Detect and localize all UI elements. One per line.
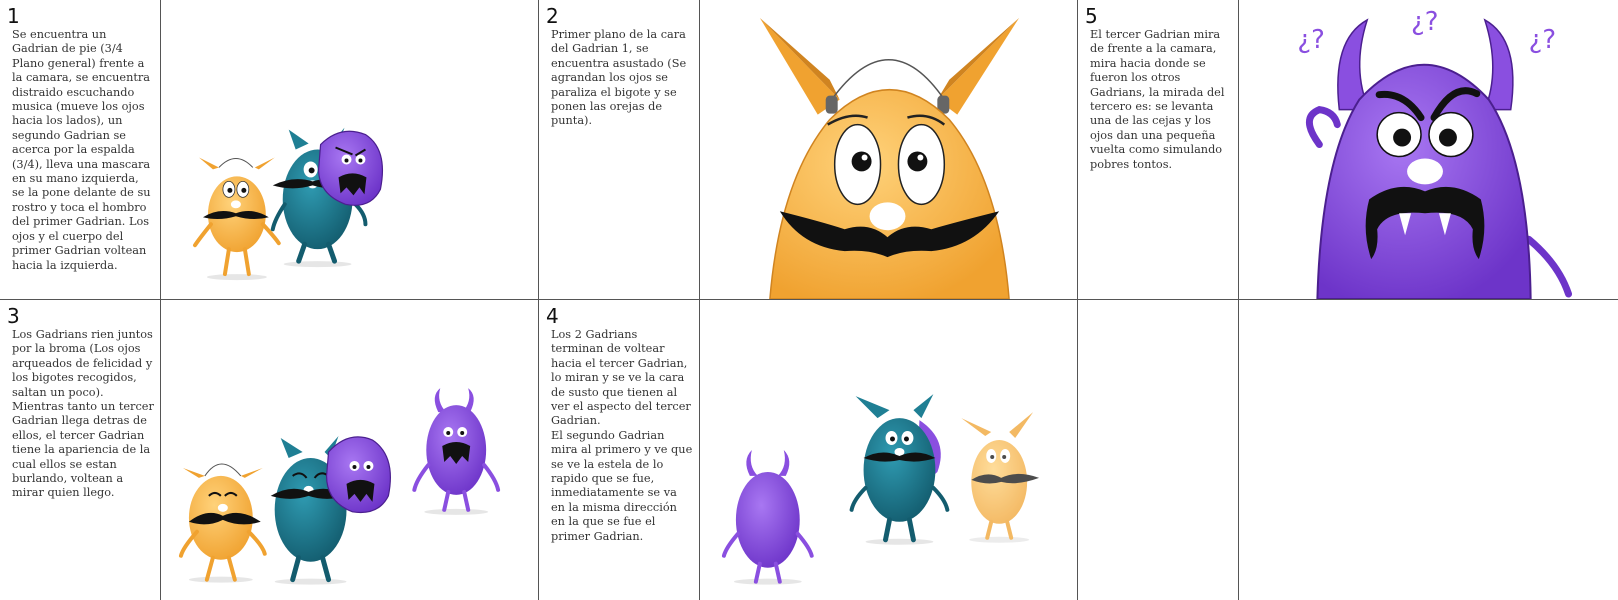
- panel-2-art-cell: [700, 0, 1078, 300]
- panel-2-text-cell: 2 Primer plano de la cara del Gadrian 1,…: [539, 0, 700, 300]
- orange-gadrian: [178, 463, 267, 583]
- orange-gadrian-blur: [953, 412, 1040, 543]
- panel-5-text-cell: 5 El tercer Gadrian mira de frente a la …: [1078, 0, 1239, 300]
- teal-gadrian: [849, 394, 950, 545]
- panel-description: Se encuentra un Gadrian de pie (3/4 Plan…: [12, 28, 151, 272]
- panel-description: Primer plano de la cara del Gadrian 1, s…: [551, 28, 687, 128]
- panel-3-text-cell: 3 Los Gadrians rien juntos por la broma …: [0, 300, 161, 600]
- purple-mask: [325, 436, 391, 514]
- confusion-marks: ¿?: [1297, 25, 1325, 55]
- panel-1-text-cell: 1 Se encuentra un Gadrian de pie (3/4 Pl…: [0, 0, 161, 300]
- storyboard-grid: 1 Se encuentra un Gadrian de pie (3/4 Pl…: [0, 0, 1618, 600]
- panel-4-art-cell: [700, 300, 1078, 600]
- panel-number: 1: [7, 4, 20, 28]
- panel-description: El tercer Gadrian mira de frente a la ca…: [1090, 28, 1225, 171]
- purple-gadrian: [412, 388, 501, 515]
- panel-3-illustration: [178, 388, 501, 585]
- orange-gadrian: [193, 157, 281, 281]
- orange-gadrian-closeup: [759, 17, 1020, 299]
- panel-5-illustration: ¿? ¿? ¿?: [1297, 7, 1573, 299]
- purple-mask: [318, 130, 384, 206]
- purple-gadrian-closeup: ¿? ¿? ¿?: [1297, 7, 1573, 299]
- panel-number: 5: [1085, 4, 1098, 28]
- panel-4-text-cell: 4 Los 2 Gadrians terminan de voltear hac…: [539, 300, 700, 600]
- panel-number: 2: [546, 4, 559, 28]
- panel-3-art-cell: [161, 300, 539, 600]
- empty-art-cell: [1239, 300, 1618, 600]
- confusion-marks: ¿?: [1411, 7, 1439, 37]
- panel-1-illustration: [193, 127, 384, 281]
- panel-5-art-cell: ¿? ¿? ¿?: [1239, 0, 1618, 300]
- empty-text-cell: [1078, 300, 1239, 600]
- panel-number: 4: [546, 304, 559, 328]
- panel-4-illustration: [721, 394, 1040, 585]
- panel-description: Los Gadrians rien juntos por la broma (L…: [12, 328, 154, 500]
- panel-2-illustration: [759, 17, 1020, 299]
- panel-description: Los 2 Gadrians terminan de voltear hacia…: [551, 328, 693, 543]
- panel-1-art-cell: [161, 0, 539, 300]
- purple-gadrian-back: [721, 450, 814, 585]
- confusion-marks: ¿?: [1529, 25, 1557, 55]
- panel-number: 3: [7, 304, 20, 328]
